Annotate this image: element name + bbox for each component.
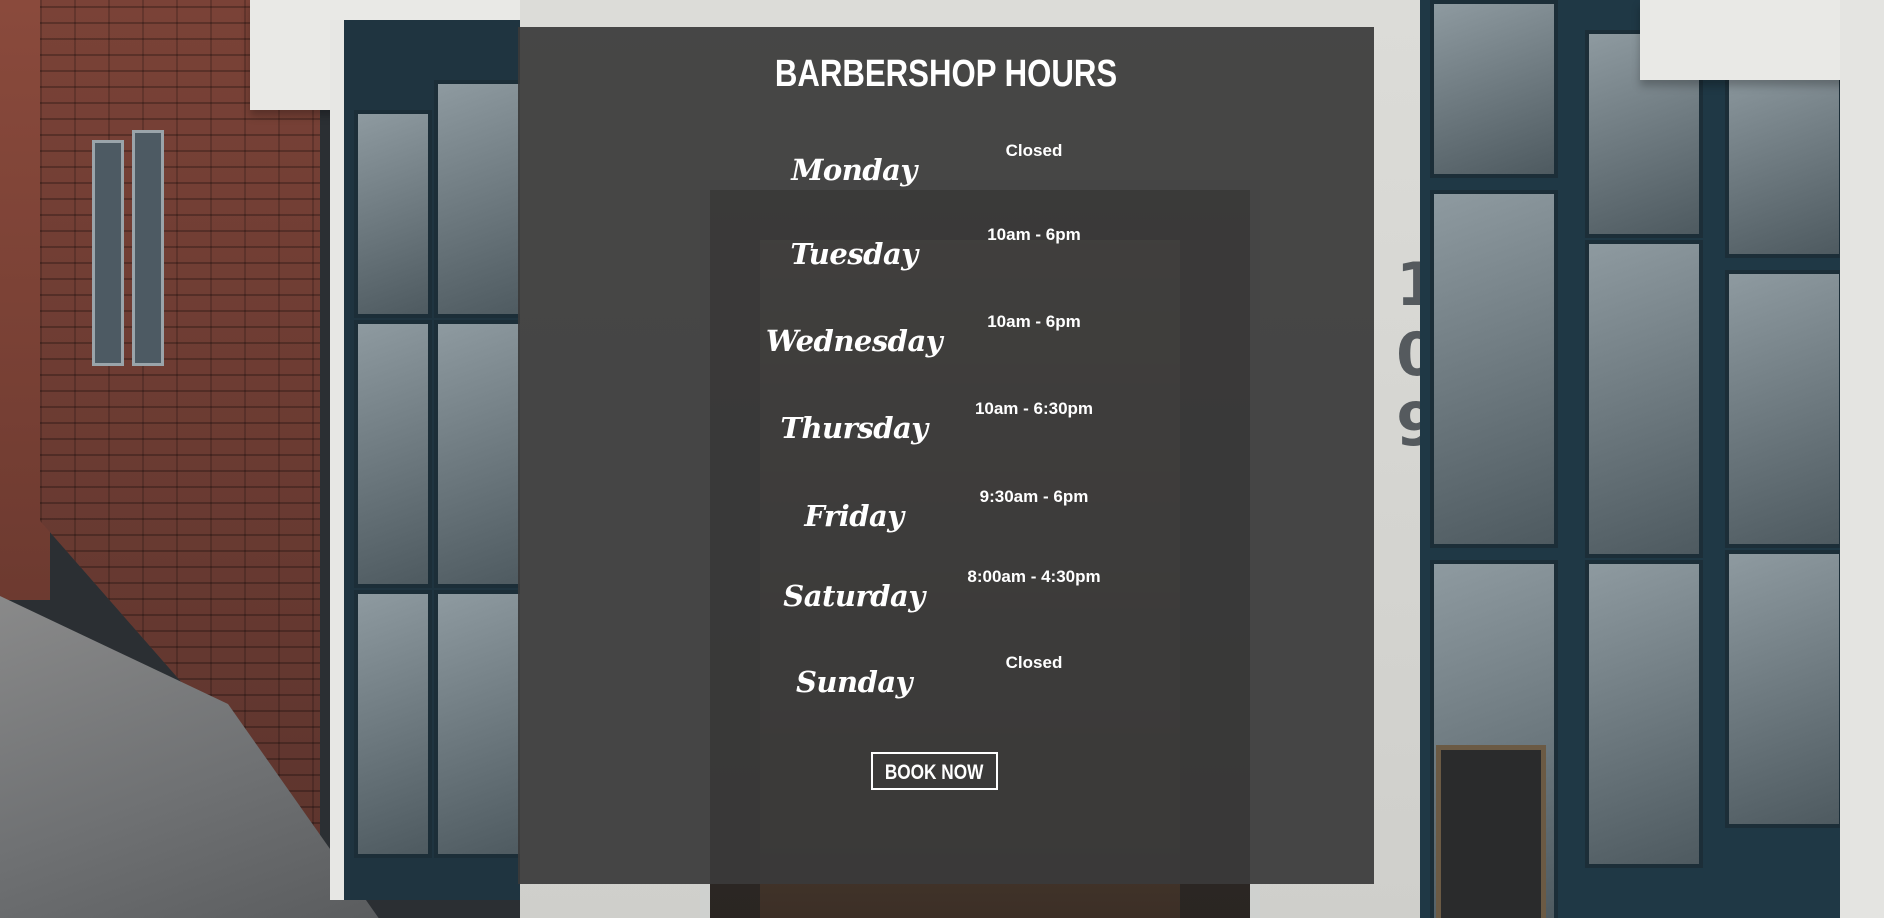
side-window [92,140,124,366]
window-pane [1430,0,1558,178]
hours-title: BARBERSHOP HOURS [774,53,1118,95]
day-hours: 10am - 6pm [987,312,1081,331]
day-name: Monday [791,153,917,187]
window-pane [1725,550,1843,828]
day-hours: 10am - 6pm [987,225,1081,244]
day-hours: 9:30am - 6pm [979,487,1089,506]
book-now-label: BOOK NOW [885,761,984,784]
window-pane [354,110,432,318]
window-pane [1430,190,1558,548]
day-hours: 8:00am - 4:30pm [967,567,1101,586]
hours-panel: BARBERSHOP HOURS Monday Closed Tuesday 1… [518,27,1374,884]
price-board [1436,745,1546,918]
hours-row-sunday: Sunday Closed [518,653,1374,703]
hours-row-thursday: Thursday 10am - 6:30pm [518,399,1374,449]
window-pane [354,590,432,858]
shop-window-left [330,20,544,900]
day-hours: Closed [1005,141,1063,160]
day-name: Sunday [795,665,913,699]
hours-row-tuesday: Tuesday 10am - 6pm [518,225,1374,275]
hours-row-monday: Monday Closed [518,141,1374,191]
side-wall-right [1840,0,1884,918]
hours-row-saturday: Saturday 8:00am - 4:30pm [518,567,1374,617]
book-now-button[interactable]: BOOK NOW [871,752,998,790]
day-hours: Closed [1005,653,1063,672]
window-pane [1725,60,1843,258]
day-name: Saturday [783,579,925,613]
side-window [132,130,164,366]
hours-row-wednesday: Wednesday 10am - 6pm [518,312,1374,362]
day-name: Thursday [780,411,928,445]
window-pane [354,320,432,588]
window-pane [1725,270,1843,548]
window-pane [1585,240,1703,558]
day-name: Friday [804,499,904,533]
day-name: Wednesday [765,324,943,358]
window-pane [1585,560,1703,868]
day-hours: 10am - 6:30pm [974,399,1094,418]
day-name: Tuesday [790,237,918,271]
hours-row-friday: Friday 9:30am - 6pm [518,487,1374,537]
